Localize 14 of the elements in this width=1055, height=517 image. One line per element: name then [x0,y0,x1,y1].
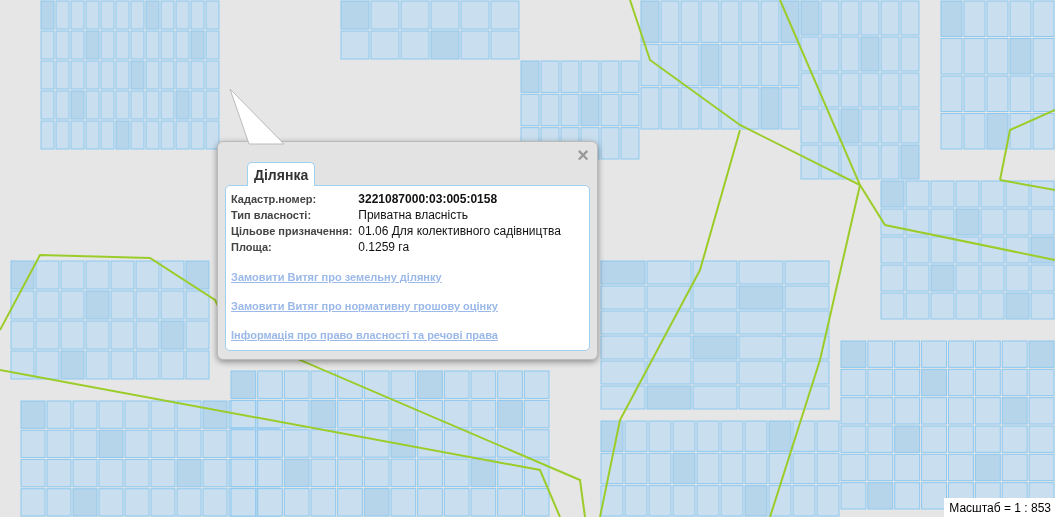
order-link[interactable]: Замовити Витяг про земельну ділянку [231,270,442,284]
order-link[interactable]: Замовити Витяг про нормативну грошову оцінку [231,299,498,313]
field-value: 01.06 Для колективного садівництва [358,224,562,239]
field-value: 3221087000:03:005:0158 [358,192,499,207]
field-label: Тип власності: [231,208,313,223]
field-label: Площа: [231,240,273,255]
field-label: Кадастр.номер: [231,192,318,207]
field-value: 0.1259 га [358,240,411,255]
order-link[interactable]: Інформація про право власності та речові права [231,328,498,342]
field-value: Приватна власність [358,208,469,223]
close-button[interactable]: × [575,145,591,165]
field-label: Цільове призначення: [231,224,353,239]
popup-tab[interactable]: Ділянка [247,162,316,186]
map-scale-label: Масштаб = 1 : 853 [944,498,1055,517]
